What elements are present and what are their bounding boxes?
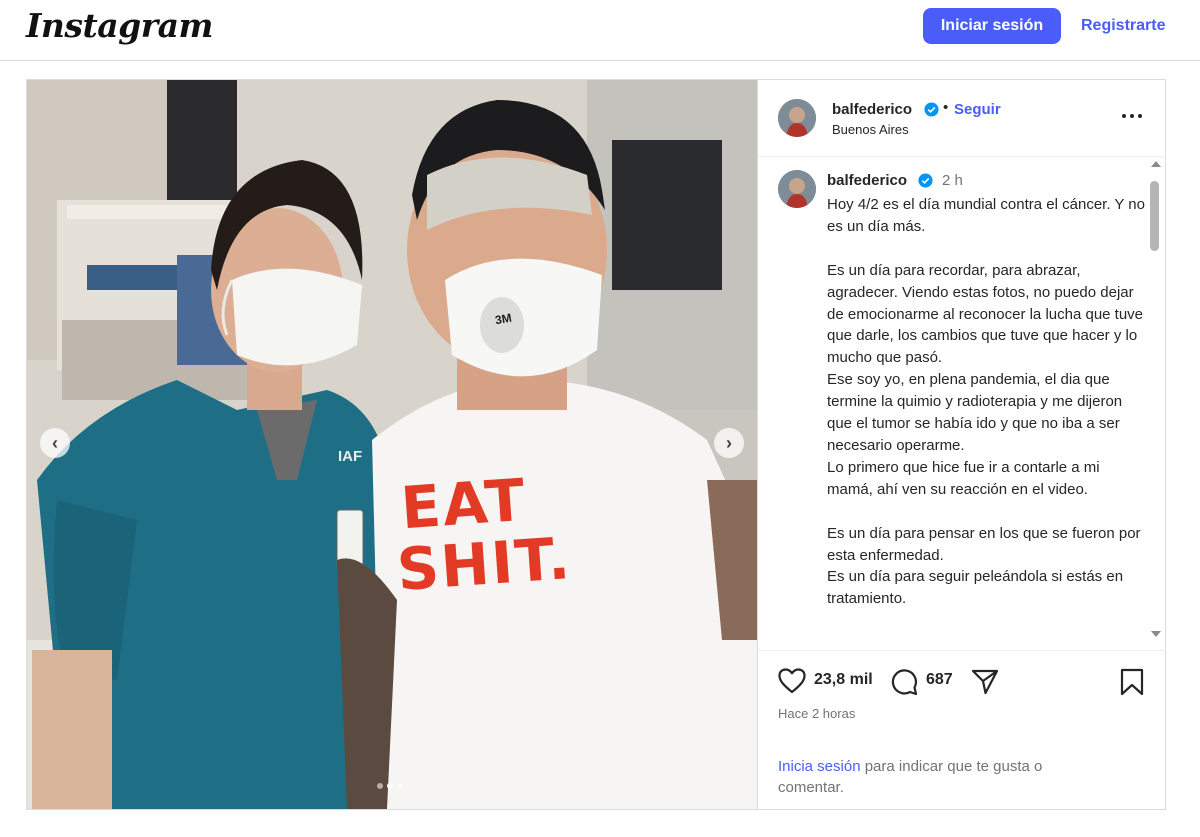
post-actions: 23,8 mil 687 Hace 2 horas Inicia sesión … (758, 650, 1166, 809)
register-link[interactable]: Registrarte (1081, 17, 1165, 35)
caption-avatar[interactable] (778, 170, 816, 208)
bookmark-icon[interactable] (1119, 668, 1145, 696)
scrubs-logo-text: IAF (338, 448, 363, 465)
post-time-ago: Hace 2 horas (778, 706, 856, 721)
login-prompt: Inicia sesión para indicar que te gusta … (778, 756, 1098, 798)
carousel-dot[interactable] (397, 783, 403, 789)
post-card: 3M IAF EAT SHIT. ‹ › balfederico • Segui… (26, 79, 1166, 810)
location-link[interactable]: Buenos Aires (832, 122, 909, 137)
post-side-panel: balfederico • Seguir Buenos Aires balfed… (757, 80, 1166, 809)
header-username[interactable]: balfederico (832, 101, 912, 118)
scrollbar-thumb[interactable] (1150, 181, 1159, 251)
shirt-print-line2: SHIT. (394, 523, 574, 605)
separator-dot: • (943, 99, 949, 116)
carousel-next-button[interactable]: › (714, 428, 744, 458)
more-options-icon[interactable] (1120, 110, 1144, 122)
share-icon[interactable] (971, 668, 999, 696)
login-link[interactable]: Inicia sesión (778, 758, 861, 775)
photo-illustration (27, 80, 757, 809)
comment-icon[interactable] (890, 668, 918, 696)
mask-brand-text: 3M (493, 310, 513, 328)
avatar-image (778, 99, 816, 137)
post-photo[interactable]: 3M IAF EAT SHIT. ‹ › (27, 80, 757, 809)
carousel-prev-button[interactable]: ‹ (40, 428, 70, 458)
caption-time[interactable]: 2 h (942, 172, 963, 189)
caption-username[interactable]: balfederico (827, 172, 907, 189)
carousel-dot-active[interactable] (387, 783, 393, 789)
post-header: balfederico • Seguir Buenos Aires (758, 80, 1166, 157)
heart-icon[interactable] (778, 668, 806, 694)
login-button[interactable]: Iniciar sesión (923, 8, 1061, 44)
carousel-dots (377, 783, 403, 789)
instagram-logo[interactable]: Instagram (26, 6, 213, 45)
chevron-left-icon: ‹ (52, 432, 58, 453)
follow-button[interactable]: Seguir (954, 101, 1001, 118)
caption-scrollbar[interactable] (1148, 157, 1164, 650)
like-count[interactable]: 23,8 mil (814, 671, 873, 689)
verified-badge-icon (924, 102, 939, 117)
scroll-up-arrow-icon[interactable] (1151, 161, 1161, 167)
caption-text: Hoy 4/2 es el día mundial contra el cánc… (827, 196, 1145, 608)
avatar-image (778, 170, 816, 208)
scroll-down-arrow-icon[interactable] (1151, 631, 1161, 637)
top-bar: Instagram Iniciar sesión Registrarte (0, 0, 1200, 61)
comment-count[interactable]: 687 (926, 671, 953, 689)
verified-badge-icon (918, 173, 933, 188)
chevron-right-icon: › (726, 432, 732, 453)
avatar[interactable] (778, 99, 816, 137)
carousel-dot[interactable] (377, 783, 383, 789)
caption-area: balfederico 2 h Hoy 4/2 es el día mundia… (758, 157, 1166, 650)
